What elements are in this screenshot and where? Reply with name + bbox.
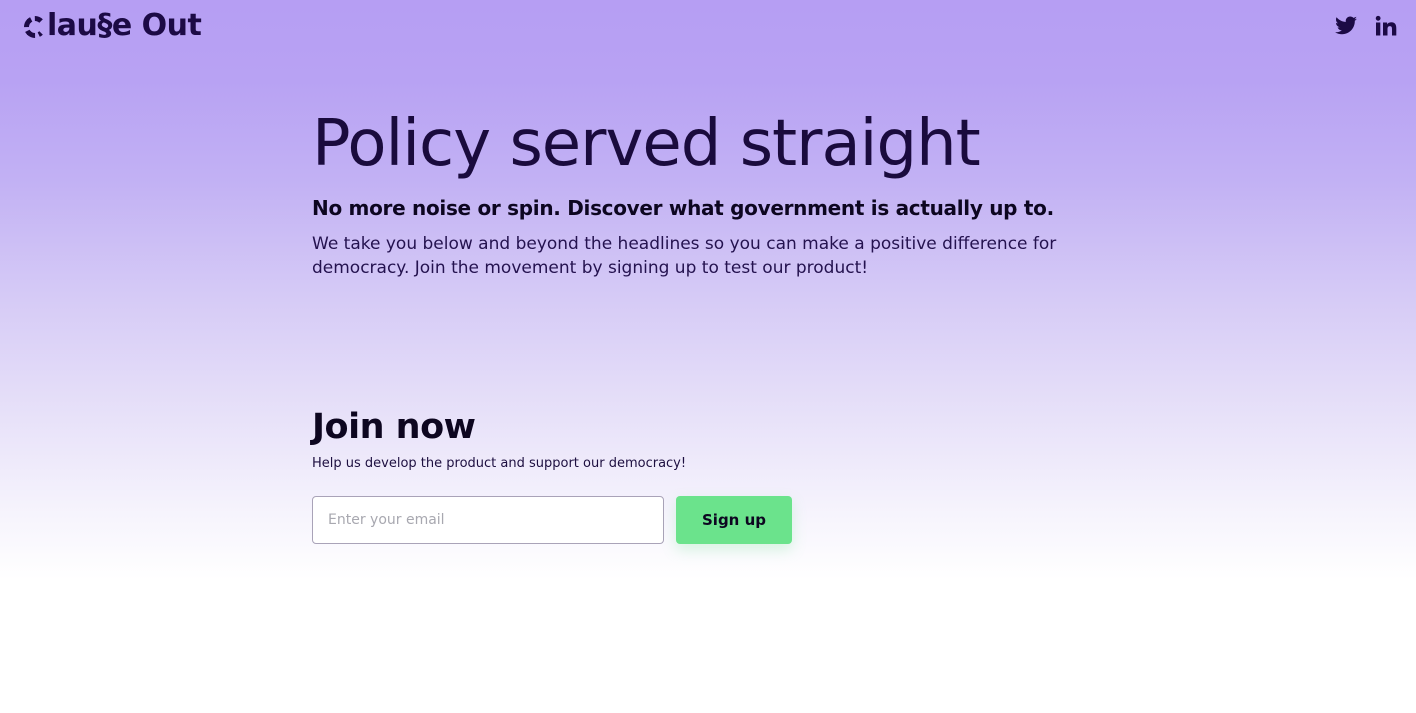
sign-up-button[interactable]: Sign up <box>676 496 792 544</box>
logo-c-mark-icon <box>24 16 46 38</box>
hero-section: Policy served straight No more noise or … <box>312 106 1132 280</box>
join-description: Help us develop the product and support … <box>312 456 687 471</box>
logo-text: lau§e Out <box>47 8 202 43</box>
hero-description: We take you below and beyond the headlin… <box>312 234 1057 278</box>
signup-form: Sign up <box>312 496 792 544</box>
join-section: Join now Help us develop the product and… <box>312 405 912 544</box>
hero-subtitle: No more noise or spin. Discover what gov… <box>312 196 1054 220</box>
email-input[interactable] <box>312 496 664 544</box>
twitter-icon[interactable] <box>1334 14 1358 38</box>
hero-title: Policy served straight <box>312 107 981 181</box>
join-title: Join now <box>312 407 476 447</box>
clause-out-logo[interactable]: lau§e Out <box>24 6 202 46</box>
social-links <box>1334 14 1398 38</box>
site-header: lau§e Out <box>0 0 1416 60</box>
linkedin-icon[interactable] <box>1374 14 1398 38</box>
